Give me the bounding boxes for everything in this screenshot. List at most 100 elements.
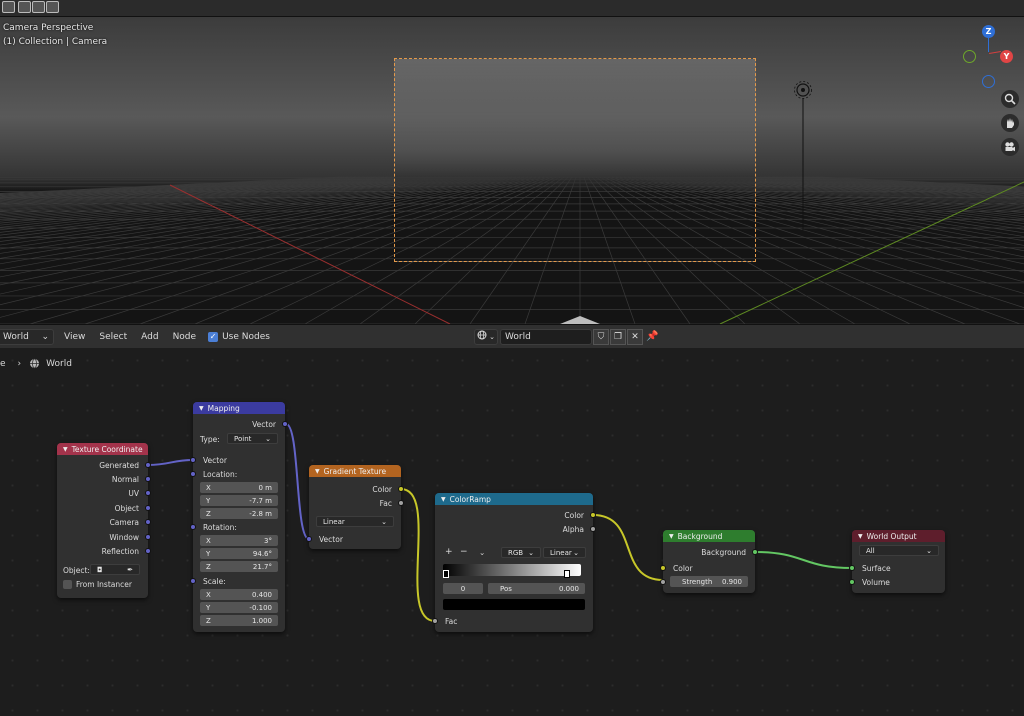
input-vector-label: Vector — [319, 534, 343, 544]
chevron-down-icon[interactable]: ⌄ — [479, 546, 485, 558]
socket-camera[interactable] — [145, 519, 151, 525]
interpolation-value: Linear — [550, 548, 572, 557]
socket-generated[interactable] — [145, 462, 151, 468]
node-header[interactable]: ▼ Background — [663, 530, 755, 542]
node-header[interactable]: ▼ Mapping — [193, 402, 285, 414]
socket-rotation[interactable] — [190, 524, 196, 530]
menu-view[interactable]: View — [64, 332, 85, 342]
world-output-node[interactable]: ▼ World Output All ⌄ Surface Volume — [849, 530, 945, 593]
gradient-texture-node[interactable]: ▼ Gradient Texture Color Fac Linear ⌄ Vect… — [306, 465, 404, 549]
fake-user-shield-icon[interactable]: ⛉ — [593, 328, 609, 345]
zoom-icon[interactable] — [1001, 90, 1019, 108]
strength-field[interactable]: Strength 0.900 — [670, 576, 748, 587]
light-object[interactable] — [794, 80, 814, 230]
world-browse-button[interactable]: ⌄ — [474, 328, 498, 345]
location-y-field[interactable]: Y -7.7 m — [200, 495, 278, 506]
color-mode-dropdown[interactable]: RGB ⌄ — [501, 547, 541, 558]
gizmo-x-negative[interactable] — [963, 50, 976, 63]
gizmo-z-axis[interactable]: Z — [982, 25, 995, 38]
socket-volume-in[interactable] — [849, 579, 855, 585]
socket-color-out[interactable] — [398, 486, 404, 492]
chevron-down-icon: ⌄ — [573, 548, 579, 557]
socket-object[interactable] — [145, 505, 151, 511]
select-mode-intersect-icon[interactable] — [46, 1, 59, 13]
socket-color-out[interactable] — [590, 512, 596, 518]
select-mode-new-icon[interactable] — [2, 1, 15, 13]
socket-alpha-out[interactable] — [590, 526, 596, 532]
menu-select[interactable]: Select — [99, 332, 127, 342]
node-header[interactable]: ▼ Texture Coordinate — [57, 443, 148, 455]
input-vector-label: Vector — [203, 455, 227, 465]
remove-stop-button[interactable]: − — [460, 546, 468, 558]
socket-vector-out[interactable] — [282, 421, 288, 427]
active-stop-index[interactable]: 0 — [443, 583, 483, 594]
stop-position-field[interactable]: Pos 0.000 — [488, 583, 585, 594]
duplicate-icon[interactable]: ❐ — [610, 328, 626, 345]
select-mode-extend-icon[interactable] — [18, 1, 31, 13]
socket-background-out[interactable] — [752, 549, 758, 555]
color-ramp-gradient[interactable] — [443, 564, 581, 576]
colorramp-node[interactable]: ▼ ColorRamp Color Alpha + − ⌄ RGB ⌄ Linear… — [432, 493, 596, 632]
socket-location[interactable] — [190, 471, 196, 477]
socket-surface-in[interactable] — [849, 565, 855, 571]
stop-color-swatch[interactable] — [443, 599, 585, 610]
field-value: -0.100 — [249, 603, 272, 612]
node-editor-canvas[interactable]: e › World ▼ Texture Coordinate Generated … — [0, 348, 1024, 716]
ramp-stop-black[interactable] — [443, 570, 449, 578]
from-instancer-toggle[interactable]: From Instancer — [63, 578, 132, 590]
globe-icon — [477, 330, 487, 343]
gradient-type-dropdown[interactable]: Linear ⌄ — [316, 516, 394, 527]
select-mode-subtract-icon[interactable] — [32, 1, 45, 13]
pan-hand-icon[interactable] — [1001, 114, 1019, 132]
background-node[interactable]: ▼ Background Background Color Strength 0.… — [660, 530, 758, 593]
socket-uv[interactable] — [145, 490, 151, 496]
mapping-node[interactable]: ▼ Mapping Vector Type: Point ⌄ Vector Loca… — [190, 402, 288, 632]
rotation-y-field[interactable]: Y 94.6° — [200, 548, 278, 559]
socket-vector-in[interactable] — [306, 536, 312, 542]
socket-scale[interactable] — [190, 578, 196, 584]
rotation-z-field[interactable]: Z 21.7° — [200, 561, 278, 572]
target-dropdown[interactable]: All ⌄ — [859, 545, 939, 556]
location-x-field[interactable]: X 0 m — [200, 482, 278, 493]
camera-view-icon[interactable] — [1001, 138, 1019, 156]
scale-y-field[interactable]: Y -0.100 — [200, 602, 278, 613]
socket-reflection[interactable] — [145, 548, 151, 554]
node-header[interactable]: ▼ Gradient Texture — [309, 465, 401, 477]
object-picker[interactable]: ◘ ✒ — [90, 564, 140, 575]
location-z-field[interactable]: Z -2.8 m — [200, 508, 278, 519]
add-stop-button[interactable]: + — [445, 546, 453, 558]
interpolation-dropdown[interactable]: Linear ⌄ — [543, 547, 586, 558]
editor-type-dropdown[interactable]: World ⌄ — [0, 328, 54, 345]
menu-add[interactable]: Add — [141, 332, 158, 342]
use-nodes-toggle[interactable]: ✓ Use Nodes — [208, 331, 270, 342]
texture-coordinate-node[interactable]: ▼ Texture Coordinate Generated Normal UV … — [57, 443, 151, 598]
gizmo-y-axis[interactable]: Y — [1000, 50, 1013, 63]
input-color-label: Color — [673, 563, 693, 573]
eyedropper-icon[interactable]: ✒ — [127, 566, 133, 574]
node-header[interactable]: ▼ ColorRamp — [435, 493, 593, 505]
node-header[interactable]: ▼ World Output — [852, 530, 945, 542]
socket-fac-in[interactable] — [432, 618, 438, 624]
socket-strength-in[interactable] — [660, 579, 666, 585]
field-value: 0 m — [258, 483, 273, 492]
output-reflection: Reflection — [101, 546, 139, 556]
close-icon[interactable]: ✕ — [627, 328, 643, 345]
scale-x-field[interactable]: X 0.400 — [200, 589, 278, 600]
datablock-name-field[interactable]: World — [500, 328, 592, 345]
3d-viewport[interactable]: Camera Perspective (1) Collection | Came… — [0, 17, 1024, 324]
scale-z-field[interactable]: Z 1.000 — [200, 615, 278, 626]
pin-icon[interactable]: 📌 — [646, 331, 658, 342]
socket-normal[interactable] — [145, 476, 151, 482]
node-title: Texture Coordinate — [71, 444, 143, 454]
rotation-x-field[interactable]: X 3° — [200, 535, 278, 546]
output-color-label: Color — [564, 510, 584, 520]
gizmo-z-negative[interactable] — [982, 75, 995, 88]
checkbox[interactable] — [63, 579, 72, 589]
menu-node[interactable]: Node — [173, 332, 197, 342]
socket-window[interactable] — [145, 534, 151, 540]
type-dropdown[interactable]: Point ⌄ — [227, 433, 278, 444]
socket-fac-out[interactable] — [398, 500, 404, 506]
ramp-stop-white[interactable] — [564, 570, 570, 578]
socket-vector-in[interactable] — [190, 457, 196, 463]
socket-color-in[interactable] — [660, 565, 666, 571]
